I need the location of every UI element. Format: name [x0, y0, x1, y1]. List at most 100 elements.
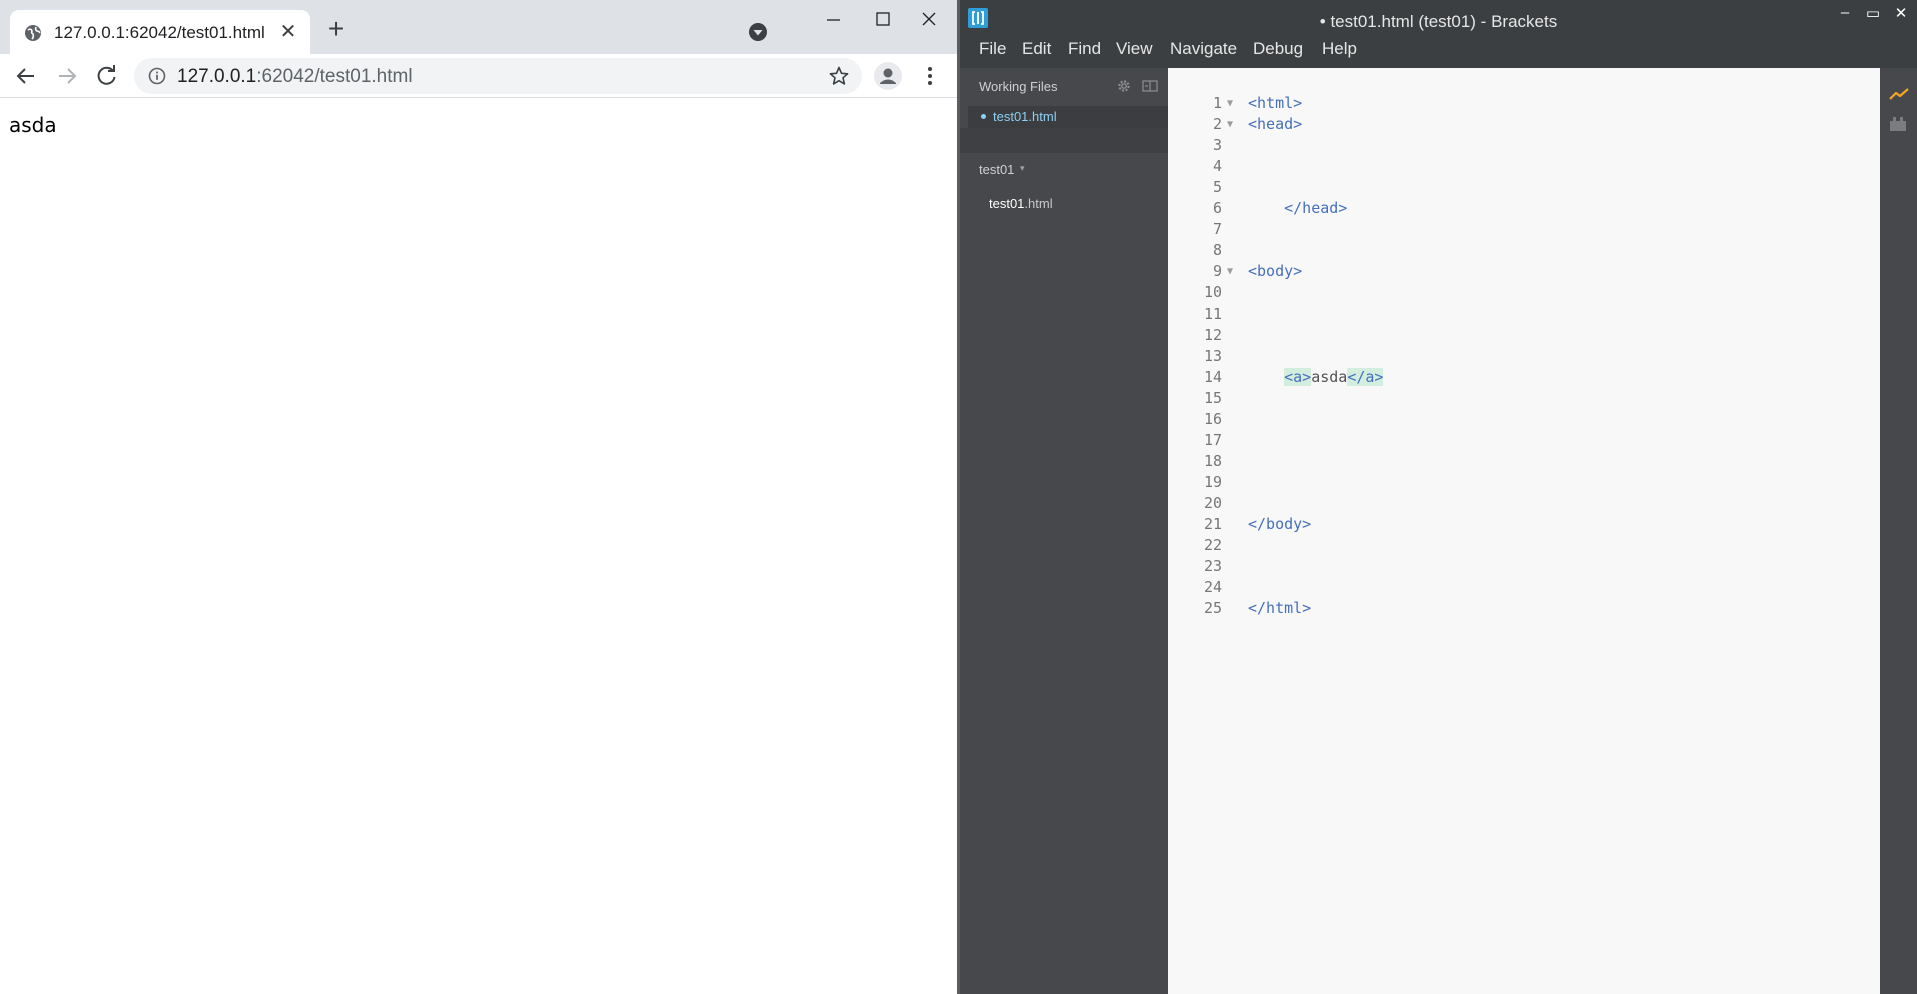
gear-icon[interactable] — [1117, 79, 1131, 93]
line-number: 12 — [1203, 325, 1222, 344]
menu-view[interactable]: View — [1116, 39, 1153, 59]
live-preview-icon[interactable] — [1889, 86, 1909, 102]
brackets-window: • test01.html (test01) - Brackets – ▭ ✕ … — [960, 0, 1917, 994]
code-text: <a>asda</a> — [1248, 367, 1384, 388]
browser-tab[interactable]: 127.0.0.1:62042/test01.html ✕ — [10, 10, 310, 54]
menu-debug[interactable]: Debug — [1253, 39, 1303, 59]
code-text: </html> — [1248, 599, 1312, 618]
line-number: 18 — [1203, 451, 1222, 470]
line-number: 1 — [1212, 94, 1222, 112]
code-line[interactable]: 6 </head> — [1168, 198, 1880, 219]
forward-icon[interactable] — [51, 60, 83, 92]
menu-navigate[interactable]: Navigate — [1170, 39, 1237, 59]
line-number: 3 — [1212, 136, 1222, 155]
code-line[interactable]: 11 — [1168, 304, 1880, 325]
extension-manager-icon[interactable] — [1889, 116, 1907, 132]
code-line[interactable]: 24 — [1168, 577, 1880, 598]
line-number: 8 — [1212, 241, 1222, 260]
file-tree-item[interactable]: test01.html — [989, 196, 1053, 211]
tab-title: 127.0.0.1:62042/test01.html — [54, 23, 265, 42]
code-line[interactable]: 1 ▼ <html> — [1168, 93, 1880, 114]
code-line[interactable]: 8 — [1168, 240, 1880, 261]
line-number: 20 — [1203, 493, 1222, 512]
globe-icon — [25, 25, 41, 41]
menu-find[interactable]: Find — [1068, 39, 1101, 59]
fold-arrow-icon[interactable]: ▼ — [1227, 261, 1233, 282]
code-line[interactable]: 12 — [1168, 325, 1880, 346]
back-icon[interactable] — [10, 60, 42, 92]
menu-edit[interactable]: Edit — [1022, 39, 1051, 59]
page-anchor[interactable]: asda — [9, 113, 57, 137]
page-content: asda — [0, 99, 957, 994]
line-number: 25 — [1203, 599, 1222, 618]
fold-arrow-icon[interactable]: ▼ — [1227, 93, 1233, 114]
brackets-minimize-icon[interactable]: – — [1831, 4, 1859, 24]
sidebar-separator — [960, 128, 1168, 153]
line-number: 16 — [1203, 409, 1222, 428]
line-number: 24 — [1203, 578, 1222, 597]
code-text: </body> — [1248, 515, 1312, 533]
url-host: 127.0.0.1 — [177, 66, 257, 87]
browser-toolbar: 127.0.0.1:62042/test01.html — [0, 54, 957, 98]
code-text: <html> — [1248, 94, 1303, 112]
close-icon[interactable] — [909, 4, 949, 36]
info-icon[interactable] — [148, 67, 166, 85]
project-title[interactable]: test01 — [979, 162, 1014, 177]
matched-tag-open: <a> — [1284, 367, 1312, 386]
code-line[interactable]: 3 — [1168, 135, 1880, 156]
code-line[interactable]: 22 — [1168, 535, 1880, 556]
code-editor[interactable]: 1 ▼ <html> 2 ▼ <head> 3 4 5 6 </head> 7 8 9 ▼ <body> 10… — [1168, 68, 1880, 994]
working-files-header: Working Files — [979, 79, 1058, 94]
unsaved-dot-icon — [981, 114, 986, 119]
star-icon[interactable] — [828, 65, 850, 87]
menu-help[interactable]: Help — [1322, 39, 1357, 59]
line-number: 7 — [1212, 220, 1222, 239]
tab-close-icon[interactable]: ✕ — [276, 21, 300, 45]
brackets-maximize-icon[interactable]: ▭ — [1859, 4, 1887, 24]
code-line[interactable]: 15 — [1168, 388, 1880, 409]
code-line[interactable]: 10 — [1168, 282, 1880, 303]
code-text: <body> — [1248, 262, 1303, 281]
project-dropdown-icon[interactable]: ▾ — [1020, 163, 1025, 174]
maximize-icon[interactable] — [863, 4, 903, 36]
code-line[interactable]: 5 — [1168, 177, 1880, 198]
profile-icon[interactable] — [874, 62, 902, 90]
brackets-titlebar: • test01.html (test01) - Brackets – ▭ ✕ — [960, 0, 1917, 36]
code-line[interactable]: 19 — [1168, 472, 1880, 493]
code-line[interactable]: 7 — [1168, 219, 1880, 240]
line-number: 6 — [1212, 199, 1222, 218]
brackets-close-icon[interactable]: ✕ — [1887, 4, 1915, 24]
file-tree-ext: .html — [1024, 196, 1053, 211]
code-line[interactable]: 20 — [1168, 493, 1880, 514]
new-tab-button[interactable]: + — [322, 15, 350, 44]
working-file-item[interactable]: test01.html — [968, 106, 1168, 128]
file-tree-base: test01 — [989, 196, 1025, 211]
code-line[interactable]: 4 — [1168, 156, 1880, 177]
address-url: 127.0.0.1:62042/test01.html — [177, 66, 413, 88]
code-line[interactable]: 21 </body> — [1168, 514, 1880, 535]
menu-file[interactable]: File — [979, 39, 1006, 59]
line-number: 10 — [1203, 283, 1222, 302]
line-number: 17 — [1203, 430, 1222, 449]
split-view-icon[interactable] — [1142, 79, 1158, 93]
code-line[interactable]: 23 — [1168, 556, 1880, 577]
kebab-menu-icon[interactable] — [916, 62, 944, 90]
reload-icon[interactable] — [91, 60, 123, 92]
code-line[interactable]: 13 — [1168, 346, 1880, 367]
code-line[interactable]: 14 <a>asda</a> — [1168, 367, 1880, 388]
line-number: 19 — [1203, 472, 1222, 491]
fold-arrow-icon[interactable]: ▼ — [1227, 114, 1233, 135]
sidebar: Working Files test01.html test01 ▾ test0… — [960, 68, 1168, 994]
code-line[interactable]: 16 — [1168, 409, 1880, 430]
code-line[interactable]: 17 — [1168, 430, 1880, 451]
code-line[interactable]: 9 ▼ <body> — [1168, 261, 1880, 282]
line-number: 9 — [1212, 262, 1222, 281]
line-number: 11 — [1203, 304, 1222, 323]
code-line[interactable]: 18 — [1168, 451, 1880, 472]
code-line[interactable]: 25 </html> — [1168, 598, 1880, 619]
minimize-icon[interactable] — [813, 4, 853, 36]
window-title: • test01.html (test01) - Brackets — [1319, 12, 1558, 31]
address-bar[interactable]: 127.0.0.1:62042/test01.html — [134, 58, 862, 94]
tab-search-icon[interactable] — [748, 22, 768, 42]
code-line[interactable]: 2 ▼ <head> — [1168, 114, 1880, 135]
